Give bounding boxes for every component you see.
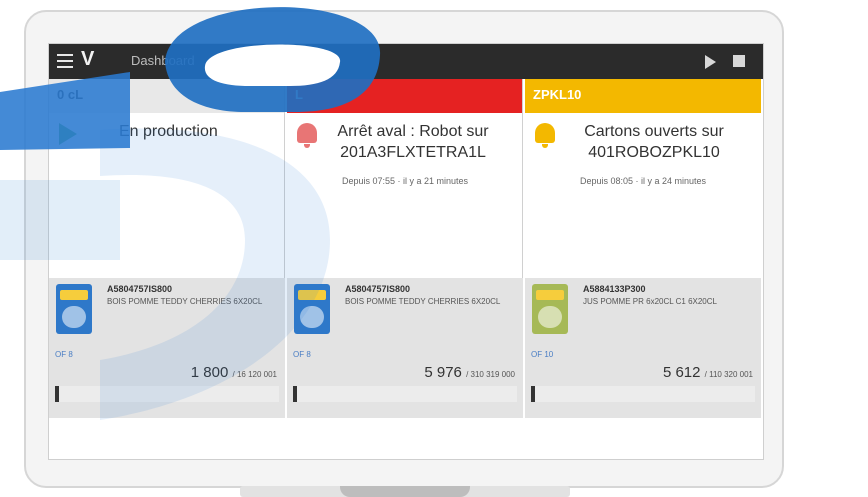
product-image: [56, 284, 92, 334]
column-header: L: [287, 79, 522, 113]
status-title: Arrêt aval : Robot sur 201A3FLXTETRA1L: [337, 123, 489, 161]
quantity-value: 5 612: [662, 364, 701, 381]
line-column-2[interactable]: L Arrêt aval : Robot sur 201A3FLXTETRA1L…: [287, 79, 523, 459]
quantity-value: 1 800: [190, 364, 229, 381]
status-title: Cartons ouverts sur 401ROBOZPKL10: [584, 123, 724, 161]
play-triangle-icon: [59, 123, 77, 145]
quantity-total: / 16 120 001: [232, 370, 277, 379]
status-title: En production: [119, 123, 218, 140]
app-screen: V Dashboard 0 cL En production A5804757I…: [48, 43, 764, 460]
menu-icon[interactable]: [57, 54, 73, 68]
status-area: Arrêt aval : Robot sur 201A3FLXTETRA1L D…: [287, 113, 522, 278]
status-subtitle: Depuis 07:55 · il y a 21 minutes: [341, 176, 469, 186]
progress-fill: [55, 386, 60, 402]
stop-icon[interactable]: [733, 55, 745, 67]
product-code: A5804757IS800: [345, 284, 411, 294]
column-footer: [287, 418, 523, 459]
progress-fill: [531, 386, 536, 402]
quantity: 5 976 / 310 319 000: [424, 364, 515, 381]
of-label: OF 10: [531, 350, 554, 359]
quantity-total: / 310 319 000: [466, 370, 515, 379]
line-column-1[interactable]: 0 cL En production A5804757IS800 BOIS PO…: [49, 79, 285, 459]
quantity-total: / 110 320 001: [704, 370, 753, 379]
line-column-3[interactable]: ZPKL10 Cartons ouverts sur 401ROBOZPKL10…: [525, 79, 761, 459]
product-image: [294, 284, 330, 334]
of-label: OF 8: [293, 350, 311, 359]
progress-bar: [293, 386, 517, 402]
product-image: [532, 284, 568, 334]
product-code: A5884133P300: [583, 284, 646, 294]
of-label: OF 8: [55, 350, 73, 359]
progress-fill: [293, 386, 298, 402]
progress-bar: [531, 386, 755, 402]
product-description: BOIS POMME TEDDY CHERRIES 6X20CL: [107, 297, 263, 306]
product-code: A5804757IS800: [107, 284, 173, 294]
status-area: Cartons ouverts sur 401ROBOZPKL10 Depuis…: [525, 113, 761, 278]
quantity: 5 612 / 110 320 001: [663, 364, 753, 381]
product-card[interactable]: A5804757IS800 BOIS POMME TEDDY CHERRIES …: [287, 278, 523, 418]
column-footer: [49, 418, 285, 459]
laptop-notch: [340, 486, 470, 497]
product-description: JUS POMME PR 6x20CL C1 6X20CL: [583, 297, 717, 306]
column-footer: [525, 418, 761, 459]
column-header: 0 cL: [49, 79, 284, 113]
status-subtitle: Depuis 08:05 · il y a 24 minutes: [579, 176, 707, 186]
logo-icon: V: [81, 48, 95, 70]
quantity: 1 800 / 16 120 001: [191, 364, 277, 381]
product-card[interactable]: A5804757IS800 BOIS POMME TEDDY CHERRIES …: [49, 278, 285, 418]
status-area: En production: [49, 113, 284, 278]
product-card[interactable]: A5884133P300 JUS POMME PR 6x20CL C1 6X20…: [525, 278, 761, 418]
quantity-value: 5 976: [424, 364, 462, 381]
progress-bar: [55, 386, 279, 402]
product-description: BOIS POMME TEDDY CHERRIES 6X20CL: [345, 297, 501, 306]
app-bar: V Dashboard: [49, 44, 763, 79]
column-header: ZPKL10: [525, 79, 761, 113]
play-icon[interactable]: [705, 55, 716, 69]
app-title: Dashboard: [131, 53, 195, 68]
